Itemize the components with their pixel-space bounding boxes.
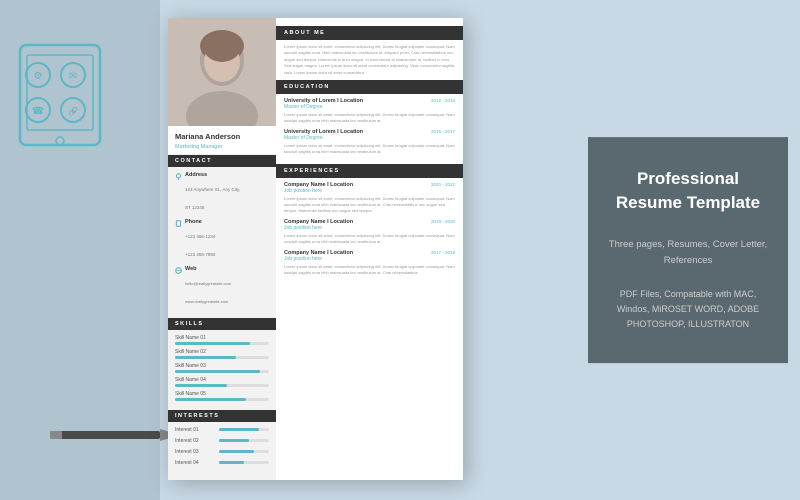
exp-position-1: Job position here	[284, 188, 455, 194]
web-value: hello@reallygreatsite.comwww.reallygreat…	[185, 281, 231, 304]
contact-phone: Phone +123 456-1234+123 456-7890	[175, 219, 269, 261]
edu-degree-2: Master of Degree	[284, 135, 455, 141]
phone-value: +123 456-1234+123 456-7890	[185, 234, 215, 257]
experiences-content: Company Name I Location 2020 - 2022 Job …	[276, 178, 463, 285]
edu-text-1: Lorem ipsum dolor sit amet, consectetur …	[284, 112, 455, 124]
svg-text:✉: ✉	[69, 71, 77, 82]
exp-item-1: Company Name I Location 2020 - 2022 Job …	[284, 182, 455, 214]
resume-main-content: ABOUT ME Lorem ipsum dolor sit amet, con…	[276, 18, 463, 480]
web-label: Web	[185, 266, 231, 272]
education-header: EDUCATION	[276, 80, 463, 94]
resume-title: Marketing Manager	[175, 144, 269, 150]
skills-header: SKILLS	[168, 318, 276, 330]
svg-text:☎: ☎	[32, 106, 44, 117]
svg-text:🔗: 🔗	[68, 106, 78, 116]
resume-name-block: Mariana Anderson Marketing Manager	[168, 126, 276, 155]
resume-photo-container	[168, 18, 276, 126]
interest-label-2: Interest 02	[175, 438, 215, 444]
exp-dates-1: 2020 - 2022	[431, 182, 455, 187]
interest-item-4: Interest 04	[175, 460, 269, 466]
contact-section: Address 123 Anywhere St., Any City,ST 12…	[168, 167, 276, 318]
skill-item-3: Skill Name 03	[175, 363, 269, 373]
address-label: Address	[185, 172, 240, 178]
skill-name-1: Skill Name 01	[175, 335, 269, 341]
about-me-text: Lorem ipsum dolor sit amet, consectetur …	[284, 44, 455, 76]
skill-name-2: Skill Name 02	[175, 349, 269, 355]
exp-item-2: Company Name I Location 2019 - 2020 Job …	[284, 219, 455, 245]
exp-dates-2: 2019 - 2020	[431, 219, 455, 224]
exp-text-3: Lorem ipsum dolor sit amet, consectetur …	[284, 264, 455, 276]
right-panel-title: Professional Resume Template	[608, 167, 768, 215]
address-icon	[175, 173, 182, 180]
web-icon	[175, 267, 182, 274]
experiences-header: EXPERIENCES	[276, 164, 463, 178]
exp-item-3: Company Name I Location 2017 - 2019 Job …	[284, 250, 455, 276]
education-content: University of Lorem I Location 2012 - 20…	[276, 94, 463, 164]
exp-text-1: Lorem ipsum dolor sit amet, consectetur …	[284, 196, 455, 214]
resume-sidebar: Mariana Anderson Marketing Manager CONTA…	[168, 18, 276, 480]
left-deco-icons: ⚙ ✉ ☎ 🔗	[18, 55, 93, 150]
contact-header: CONTACT	[168, 155, 276, 167]
skill-item-1: Skill Name 01	[175, 335, 269, 345]
phone-label: Phone	[185, 219, 215, 225]
right-panel-description-2: PDF Files, Compatable with MAC, Windos, …	[608, 287, 768, 333]
interests-header: INTERESTS	[168, 410, 276, 422]
skill-name-3: Skill Name 03	[175, 363, 269, 369]
about-me-content: Lorem ipsum dolor sit amet, consectetur …	[276, 40, 463, 80]
contact-web: Web hello@reallygreatsite.comwww.reallyg…	[175, 266, 269, 308]
exp-position-3: Job position here	[284, 256, 455, 262]
skill-name-5: Skill Name 05	[175, 391, 269, 397]
edu-degree-1: Master of Degree	[284, 104, 455, 110]
edu-text-2: Lorem ipsum dolor sit amet, consectetur …	[284, 143, 455, 155]
skills-section: Skill Name 01 Skill Name 02 Skill Name 0…	[168, 330, 276, 410]
interest-label-1: Interest 01	[175, 427, 215, 433]
edu-item-1: University of Lorem I Location 2012 - 20…	[284, 98, 455, 124]
skill-name-4: Skill Name 04	[175, 377, 269, 383]
contact-address: Address 123 Anywhere St., Any City,ST 12…	[175, 172, 269, 214]
edu-dates-2: 2015 - 2017	[431, 129, 455, 134]
exp-text-2: Lorem ipsum dolor sit amet, consectetur …	[284, 233, 455, 245]
interest-item-3: Interest 03	[175, 449, 269, 455]
pen-decoration	[50, 425, 180, 450]
about-me-header: ABOUT ME	[276, 26, 463, 40]
edu-item-2: University of Lorem I Location 2015 - 20…	[284, 129, 455, 155]
skill-item-5: Skill Name 05	[175, 391, 269, 401]
skill-item-4: Skill Name 04	[175, 377, 269, 387]
address-value: 123 Anywhere St., Any City,ST 12345	[185, 187, 240, 210]
edu-dates-1: 2012 - 2015	[431, 98, 455, 103]
svg-text:⚙: ⚙	[34, 71, 43, 82]
right-panel-description-1: Three pages, Resumes, Cover Letter, Refe…	[608, 237, 768, 269]
phone-icon	[175, 220, 182, 227]
interest-label-4: Interest 04	[175, 460, 215, 466]
interest-item-2: Interest 02	[175, 438, 269, 444]
interests-section: Interest 01 Interest 02 Interest 03 Inte…	[168, 422, 276, 476]
right-info-panel: Professional Resume Template Three pages…	[588, 137, 788, 363]
resume-name: Mariana Anderson	[175, 132, 269, 142]
resume-document: Mariana Anderson Marketing Manager CONTA…	[168, 18, 463, 480]
interest-item-1: Interest 01	[175, 427, 269, 433]
skill-item-2: Skill Name 02	[175, 349, 269, 359]
exp-position-2: Job position here	[284, 225, 455, 231]
exp-dates-3: 2017 - 2019	[431, 250, 455, 255]
interest-label-3: Interest 03	[175, 449, 215, 455]
